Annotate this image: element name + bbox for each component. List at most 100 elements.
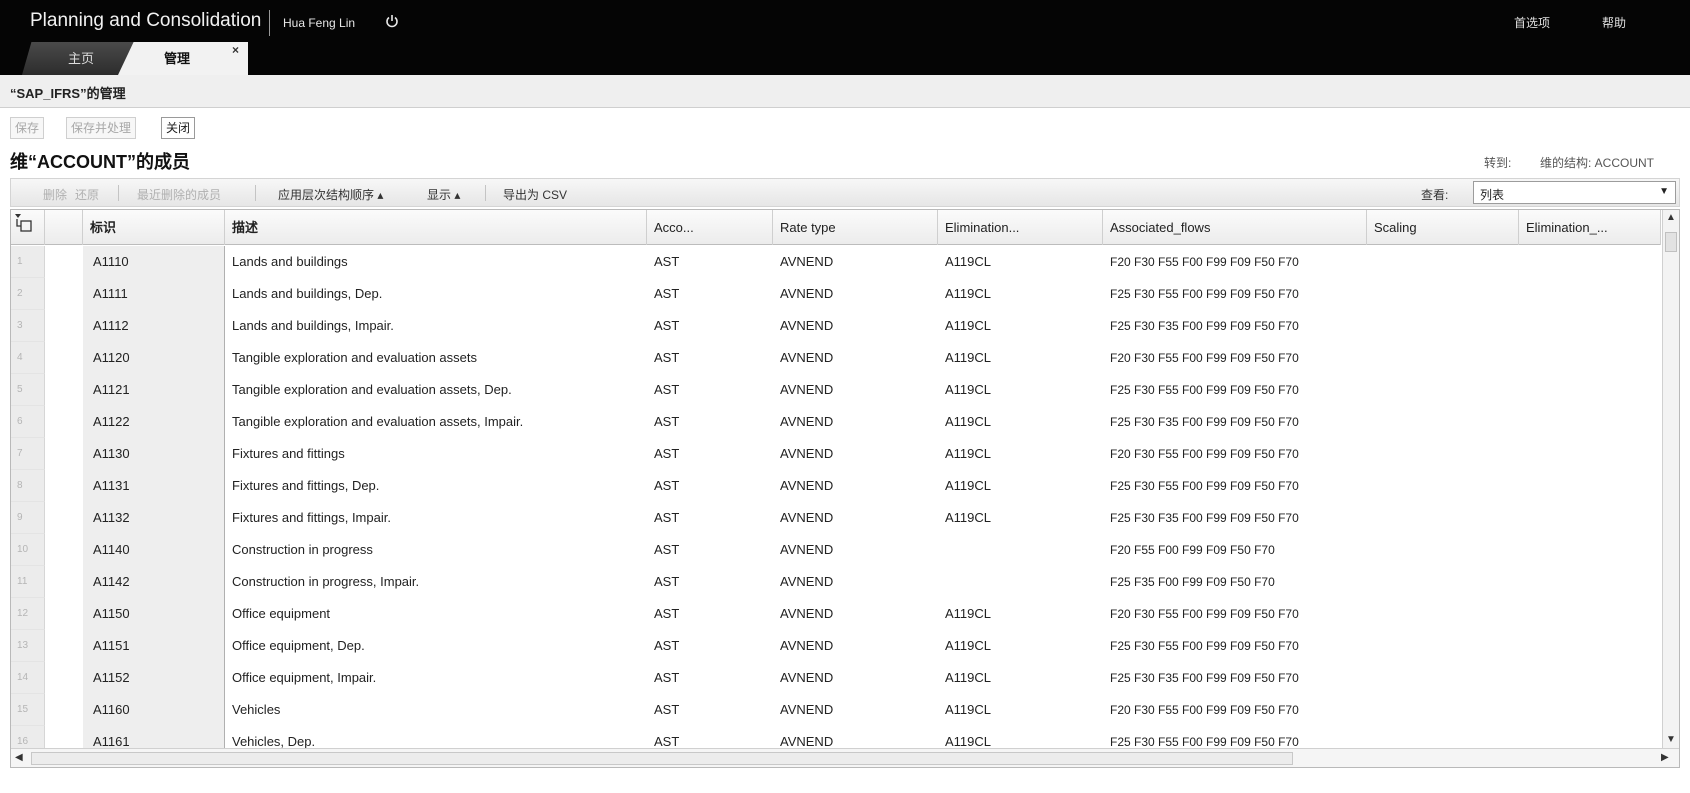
tab-admin[interactable]: 管理 × xyxy=(118,42,248,75)
cell-description[interactable]: Lands and buildings xyxy=(225,246,647,278)
cell-associated-flows[interactable]: F20 F30 F55 F00 F99 F09 F50 F70 xyxy=(1103,438,1367,470)
cell-elimination[interactable]: A119CL xyxy=(938,246,1103,278)
cell-description[interactable]: Construction in progress xyxy=(225,534,647,566)
save-and-process-button[interactable]: 保存并处理 xyxy=(66,117,137,139)
cell-associated-flows[interactable]: F25 F30 F55 F00 F99 F09 F50 F70 xyxy=(1103,374,1367,406)
cell-account-type[interactable]: AST xyxy=(647,630,773,662)
table-row[interactable]: 12 A1150 Office equipment AST AVNEND A119CL F2… xyxy=(11,598,1661,630)
cell-elimination-2[interactable] xyxy=(1519,310,1661,342)
column-header-associated-flows[interactable]: Associated_flows xyxy=(1103,210,1367,245)
column-header-id[interactable]: 标识 xyxy=(83,210,225,245)
cell-elimination[interactable]: A119CL xyxy=(938,310,1103,342)
table-row[interactable]: 1 A1110 Lands and buildings AST AVNEND A119CL… xyxy=(11,246,1661,278)
cell-elimination-2[interactable] xyxy=(1519,502,1661,534)
cell-elimination[interactable] xyxy=(938,566,1103,598)
column-header-description[interactable]: 描述 xyxy=(225,210,647,245)
cell-id[interactable]: A1110 xyxy=(83,246,225,278)
cell-elimination-2[interactable] xyxy=(1519,246,1661,278)
cell-account-type[interactable]: AST xyxy=(647,246,773,278)
horizontal-scroll-thumb[interactable] xyxy=(31,752,1293,765)
cell-id[interactable]: A1130 xyxy=(83,438,225,470)
cell-scaling[interactable] xyxy=(1367,534,1519,566)
cell-elimination[interactable]: A119CL xyxy=(938,342,1103,374)
cell-id[interactable]: A1152 xyxy=(83,662,225,694)
table-row[interactable]: 3 A1112 Lands and buildings, Impair. AST AVN… xyxy=(11,310,1661,342)
cell-rate-type[interactable]: AVNEND xyxy=(773,534,938,566)
cell-id[interactable]: A1151 xyxy=(83,630,225,662)
cell-id[interactable]: A1142 xyxy=(83,566,225,598)
cell-description[interactable]: Lands and buildings, Dep. xyxy=(225,278,647,310)
cell-rate-type[interactable]: AVNEND xyxy=(773,438,938,470)
cell-scaling[interactable] xyxy=(1367,406,1519,438)
cell-elimination-2[interactable] xyxy=(1519,438,1661,470)
cell-description[interactable]: Construction in progress, Impair. xyxy=(225,566,647,598)
cell-description[interactable]: Fixtures and fittings xyxy=(225,438,647,470)
cell-elimination-2[interactable] xyxy=(1519,534,1661,566)
cell-scaling[interactable] xyxy=(1367,246,1519,278)
cell-description[interactable]: Office equipment, Dep. xyxy=(225,630,647,662)
cell-associated-flows[interactable]: F20 F30 F55 F00 F99 F09 F50 F70 xyxy=(1103,246,1367,278)
scroll-left-icon[interactable]: ◀ xyxy=(15,752,23,763)
cell-elimination[interactable] xyxy=(938,534,1103,566)
restore-button[interactable]: 还原 xyxy=(75,186,99,203)
scroll-right-icon[interactable]: ▶ xyxy=(1661,752,1669,763)
cell-id[interactable]: A1131 xyxy=(83,470,225,502)
cell-scaling[interactable] xyxy=(1367,438,1519,470)
column-header-elimination-2[interactable]: Elimination_... xyxy=(1519,210,1661,245)
vertical-scroll-thumb[interactable] xyxy=(1665,232,1677,252)
cell-scaling[interactable] xyxy=(1367,662,1519,694)
cell-associated-flows[interactable]: F25 F30 F55 F00 F99 F09 F50 F70 xyxy=(1103,630,1367,662)
horizontal-scrollbar[interactable]: ◀ ▶ xyxy=(11,748,1679,767)
cell-associated-flows[interactable]: F20 F30 F55 F00 F99 F09 F50 F70 xyxy=(1103,694,1367,726)
cell-rate-type[interactable]: AVNEND xyxy=(773,694,938,726)
cell-rate-type[interactable]: AVNEND xyxy=(773,630,938,662)
cell-id[interactable]: A1132 xyxy=(83,502,225,534)
cell-account-type[interactable]: AST xyxy=(647,694,773,726)
save-button[interactable]: 保存 xyxy=(10,117,45,139)
cell-rate-type[interactable]: AVNEND xyxy=(773,406,938,438)
help-link[interactable]: 帮助 xyxy=(1602,14,1626,31)
cell-id[interactable]: A1122 xyxy=(83,406,225,438)
cell-id[interactable]: A1140 xyxy=(83,534,225,566)
column-header-scaling[interactable]: Scaling xyxy=(1367,210,1519,245)
cell-elimination-2[interactable] xyxy=(1519,374,1661,406)
column-chooser-icon[interactable] xyxy=(13,212,35,234)
cell-elimination-2[interactable] xyxy=(1519,598,1661,630)
cell-associated-flows[interactable]: F25 F30 F35 F00 F99 F09 F50 F70 xyxy=(1103,502,1367,534)
cell-associated-flows[interactable]: F25 F30 F55 F00 F99 F09 F50 F70 xyxy=(1103,470,1367,502)
cell-elimination[interactable]: A119CL xyxy=(938,278,1103,310)
recently-deleted-button[interactable]: 最近删除的成员 xyxy=(137,186,221,203)
cell-associated-flows[interactable]: F20 F55 F00 F99 F09 F50 F70 xyxy=(1103,534,1367,566)
power-icon[interactable] xyxy=(384,13,400,29)
cell-associated-flows[interactable]: F20 F30 F55 F00 F99 F09 F50 F70 xyxy=(1103,598,1367,630)
cell-id[interactable]: A1160 xyxy=(83,694,225,726)
table-row[interactable]: 6 A1122 Tangible exploration and evaluatio… xyxy=(11,406,1661,438)
cell-description[interactable]: Lands and buildings, Impair. xyxy=(225,310,647,342)
preferences-link[interactable]: 首选项 xyxy=(1514,14,1550,31)
cell-account-type[interactable]: AST xyxy=(647,502,773,534)
cell-description[interactable]: Fixtures and fittings, Impair. xyxy=(225,502,647,534)
cell-elimination-2[interactable] xyxy=(1519,566,1661,598)
cell-account-type[interactable]: AST xyxy=(647,598,773,630)
table-row[interactable]: 14 A1152 Office equipment, Impair. AST AVNEN… xyxy=(11,662,1661,694)
cell-account-type[interactable]: AST xyxy=(647,278,773,310)
cell-description[interactable]: Fixtures and fittings, Dep. xyxy=(225,470,647,502)
table-row[interactable]: 5 A1121 Tangible exploration and evaluatio… xyxy=(11,374,1661,406)
close-button[interactable]: 关闭 xyxy=(161,117,196,139)
cell-id[interactable]: A1150 xyxy=(83,598,225,630)
cell-description[interactable]: Tangible exploration and evaluation asse… xyxy=(225,374,647,406)
table-row[interactable]: 7 A1130 Fixtures and fittings AST AVNEND A119… xyxy=(11,438,1661,470)
goto-structure-link[interactable]: 维的结构: ACCOUNT xyxy=(1540,154,1654,171)
cell-description[interactable]: Tangible exploration and evaluation asse… xyxy=(225,342,647,374)
cell-elimination[interactable]: A119CL xyxy=(938,694,1103,726)
cell-elimination[interactable]: A119CL xyxy=(938,502,1103,534)
close-tab-icon[interactable]: × xyxy=(232,42,239,67)
cell-elimination[interactable]: A119CL xyxy=(938,406,1103,438)
cell-id[interactable]: A1112 xyxy=(83,310,225,342)
cell-associated-flows[interactable]: F25 F30 F35 F00 F99 F09 F50 F70 xyxy=(1103,310,1367,342)
cell-elimination-2[interactable] xyxy=(1519,630,1661,662)
cell-rate-type[interactable]: AVNEND xyxy=(773,246,938,278)
cell-account-type[interactable]: AST xyxy=(647,662,773,694)
column-header-account-type[interactable]: Acco... xyxy=(647,210,773,245)
cell-associated-flows[interactable]: F25 F30 F55 F00 F99 F09 F50 F70 xyxy=(1103,278,1367,310)
